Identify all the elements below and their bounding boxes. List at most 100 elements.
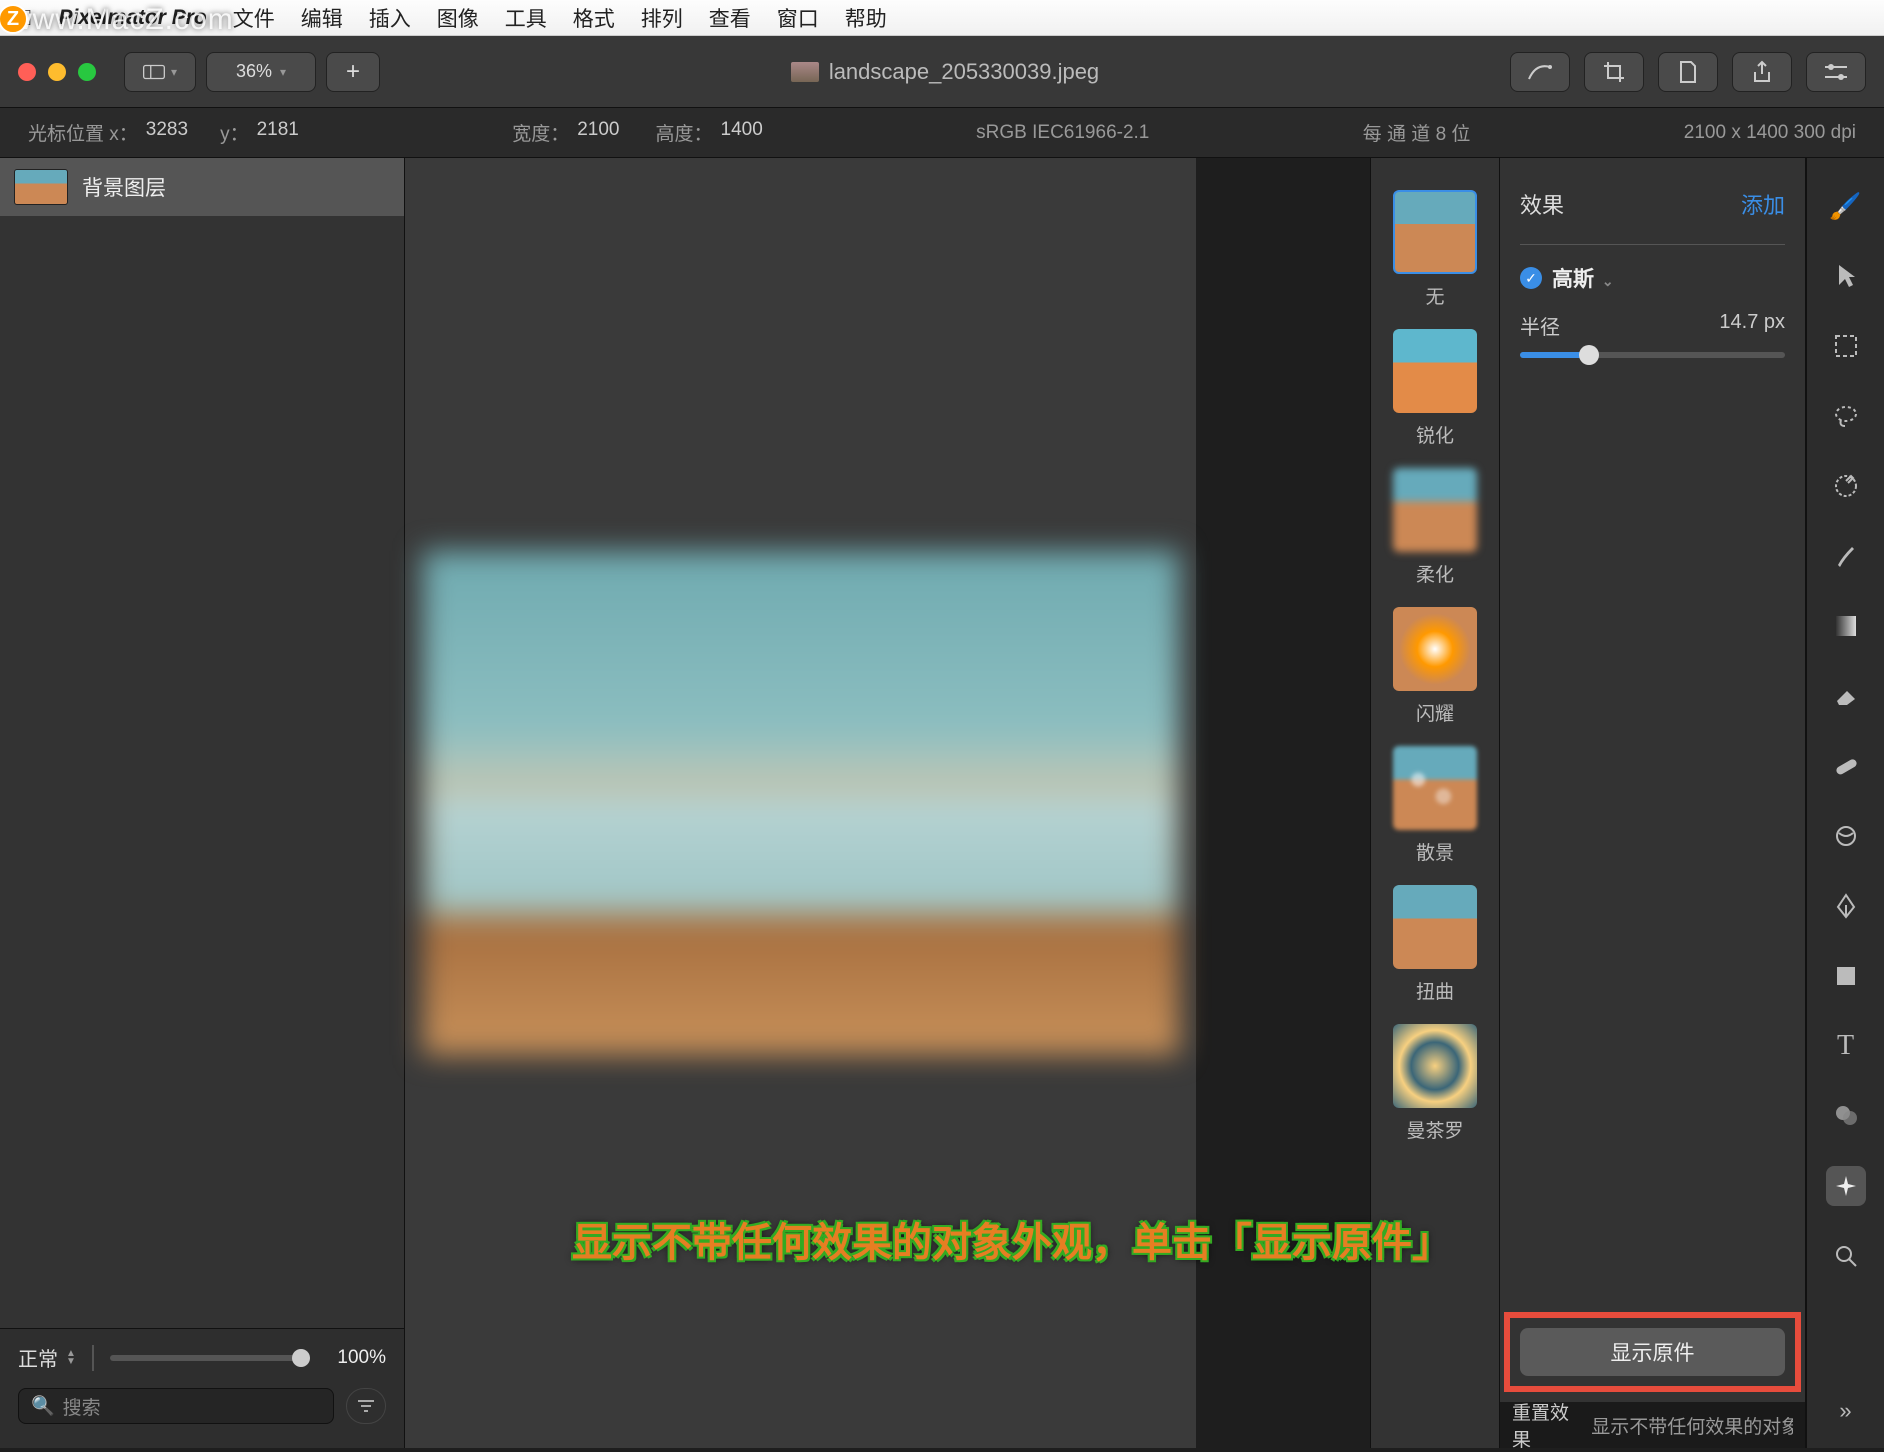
chevron-down-icon: ⌄ (1598, 273, 1614, 289)
menu-image[interactable]: 图像 (437, 3, 479, 33)
sidebar-toggle-button[interactable]: ▾ (124, 52, 196, 92)
radius-slider[interactable] (1520, 352, 1785, 358)
share-icon (1751, 60, 1773, 84)
filter-icon (356, 1398, 376, 1414)
lasso-tool[interactable] (1826, 396, 1866, 436)
effects-tool[interactable] (1826, 1166, 1866, 1206)
slider-knob[interactable] (1579, 345, 1599, 365)
pen-tool[interactable] (1826, 886, 1866, 926)
canvas[interactable] (405, 158, 1196, 1448)
marquee-icon (1834, 334, 1858, 358)
preset-thumb (1393, 885, 1477, 969)
path-tool-button[interactable] (1510, 52, 1570, 92)
crop-icon (1602, 60, 1626, 84)
more-tools-button[interactable]: » (1839, 1398, 1851, 1424)
layers-filter-button[interactable] (346, 1388, 386, 1424)
warp-tool[interactable] (1826, 816, 1866, 856)
app-name[interactable]: Pixelmator Pro (59, 6, 207, 30)
sparkle-icon (1833, 1173, 1859, 1199)
marquee-tool[interactable] (1826, 326, 1866, 366)
zoom-window-button[interactable] (78, 63, 96, 81)
zoom-tool[interactable] (1826, 1236, 1866, 1276)
pointer-tool[interactable] (1826, 256, 1866, 296)
sliders-icon (1823, 62, 1849, 82)
layers-search-input[interactable]: 🔍 搜索 (18, 1388, 334, 1424)
gradient-icon (1834, 614, 1858, 638)
close-window-button[interactable] (18, 63, 36, 81)
effects-panel: 效果 添加 ✓ 高斯 ⌄ 半径 14.7 px 显示原件 重置效果 显示不带任何… (1500, 158, 1806, 1448)
preset-sharpen[interactable]: 锐化 (1393, 329, 1477, 448)
crop-tool-button[interactable] (1584, 52, 1644, 92)
text-icon: T (1837, 1030, 1854, 1062)
text-tool[interactable]: T (1826, 1026, 1866, 1066)
blend-mode-select[interactable]: 正常 ▲▼ (18, 1343, 76, 1372)
preset-distort[interactable]: 扭曲 (1393, 885, 1477, 1004)
menu-window[interactable]: 窗口 (777, 3, 819, 33)
menu-file[interactable]: 文件 (233, 3, 275, 33)
menu-tools[interactable]: 工具 (505, 3, 547, 33)
minimize-window-button[interactable] (48, 63, 66, 81)
preset-thumb (1393, 468, 1477, 552)
style-tool[interactable]: 🖌️ (1826, 186, 1866, 226)
height-val: 1400 (721, 119, 763, 146)
document-icon (1678, 60, 1698, 84)
blend-mode-value: 正常 (18, 1343, 58, 1372)
canvas-image (423, 551, 1179, 1055)
menu-arrange[interactable]: 排列 (641, 3, 683, 33)
shape-tool[interactable] (1826, 956, 1866, 996)
reset-effects-button[interactable]: 重置效果 (1512, 1398, 1579, 1452)
toolbar-right (1510, 52, 1866, 92)
effects-presets-strip: 无 锐化 柔化 闪耀 散景 扭曲 曼茶罗 (1370, 158, 1500, 1448)
layer-row[interactable]: 背景图层 (0, 158, 404, 216)
layers-footer: 正常 ▲▼ 100% 🔍 搜索 (0, 1328, 404, 1448)
effect-name: 高斯 (1552, 268, 1594, 291)
document-tool-button[interactable] (1658, 52, 1718, 92)
info-bar: 光标位置 x： 3283 y： 2181 宽度： 2100 高度： 1400 s… (0, 108, 1884, 158)
stepper-icon: ▲▼ (66, 1350, 76, 1366)
cursor-label: 光标位置 x： (28, 119, 138, 146)
bandage-icon (1833, 753, 1859, 779)
search-icon: 🔍 (31, 1394, 55, 1418)
color-picker-tool[interactable] (1826, 466, 1866, 506)
brush-tool[interactable] (1826, 536, 1866, 576)
document-title-text: landscape_205330039.jpeg (829, 59, 1099, 85)
menu-format[interactable]: 格式 (573, 3, 615, 33)
eraser-tool[interactable] (1826, 676, 1866, 716)
effect-gaussian-row[interactable]: ✓ 高斯 ⌄ (1520, 263, 1785, 293)
share-button[interactable] (1732, 52, 1792, 92)
curve-icon (1526, 61, 1554, 83)
preset-none[interactable]: 无 (1393, 190, 1477, 309)
circles-icon (1833, 1104, 1859, 1128)
preset-soften[interactable]: 柔化 (1393, 468, 1477, 587)
slider-knob[interactable] (292, 1349, 310, 1367)
eyedropper-icon (1833, 473, 1859, 499)
effects-title: 效果 (1520, 188, 1564, 220)
show-original-highlight: 显示原件 (1504, 1312, 1801, 1392)
plus-icon: + (346, 58, 360, 86)
preset-thumb (1393, 746, 1477, 830)
menu-insert[interactable]: 插入 (369, 3, 411, 33)
gradient-tool[interactable] (1826, 606, 1866, 646)
preset-shine[interactable]: 闪耀 (1393, 607, 1477, 726)
add-effect-button[interactable]: 添加 (1741, 188, 1785, 220)
menu-view[interactable]: 查看 (709, 3, 751, 33)
preset-bokeh[interactable]: 散景 (1393, 746, 1477, 865)
zoom-level-button[interactable]: 36% ▾ (206, 52, 316, 92)
window-titlebar: ▾ 36% ▾ + landscape_205330039.jpeg (0, 36, 1884, 108)
opacity-slider[interactable] (110, 1355, 310, 1361)
heal-tool[interactable] (1826, 746, 1866, 786)
menu-edit[interactable]: 编辑 (301, 3, 343, 33)
add-button[interactable]: + (326, 52, 380, 92)
window-controls (18, 63, 96, 81)
effect-enabled-checkbox[interactable]: ✓ (1520, 267, 1542, 289)
sidebar-icon (143, 61, 165, 83)
menu-help[interactable]: 帮助 (845, 3, 887, 33)
show-original-button[interactable]: 显示原件 (1520, 1328, 1785, 1376)
chevron-down-icon: ▾ (171, 65, 177, 79)
settings-button[interactable] (1806, 52, 1866, 92)
image-dims: 2100 x 1400 300 dpi (1684, 122, 1856, 144)
color-adjust-tool[interactable] (1826, 1096, 1866, 1136)
preset-mandala[interactable]: 曼茶罗 (1393, 1024, 1477, 1143)
width-label: 宽度： (512, 119, 569, 146)
paintroller-icon: 🖌️ (1829, 191, 1861, 222)
